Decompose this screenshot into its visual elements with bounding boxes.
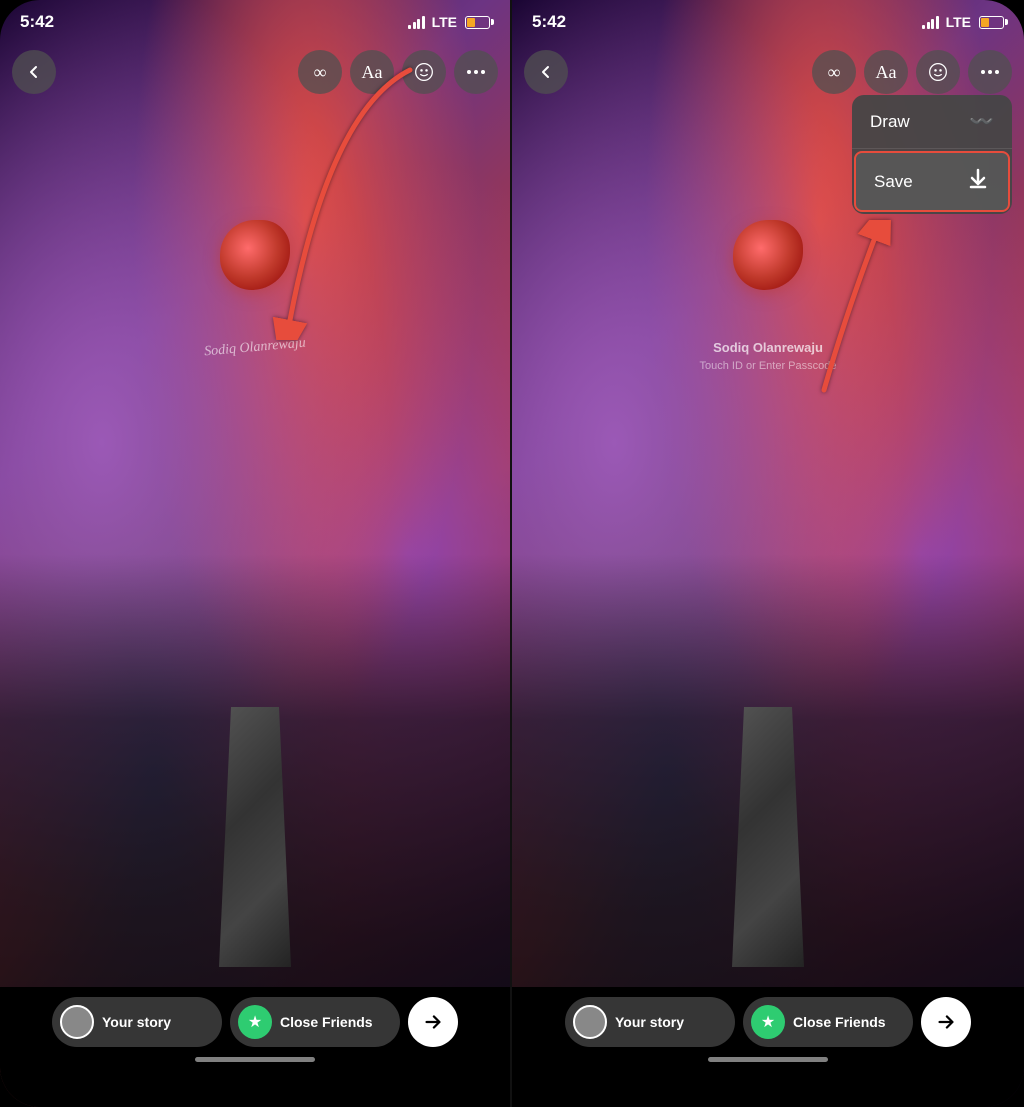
toolbar-left: ∞ Aa [0, 50, 510, 94]
left-phone-screen: Sodiq Olanrewaju 5:42 LTE [0, 0, 512, 1107]
green-star-left: ★ [238, 1005, 272, 1039]
send-button-left[interactable] [408, 997, 458, 1047]
time-right: 5:42 [532, 12, 566, 32]
your-story-label-left: Your story [102, 1014, 171, 1030]
save-label: Save [874, 172, 913, 192]
right-phone-screen: Sodiq Olanrewaju Touch ID or Enter Passc… [512, 0, 1024, 1107]
bottom-actions-left: Your story ★ Close Friends [0, 997, 510, 1047]
avatar-right [573, 1005, 607, 1039]
laptop-stand-area-right [668, 707, 868, 1007]
save-menu-item[interactable]: Save [854, 151, 1010, 212]
status-icons-left: LTE [408, 14, 490, 30]
send-button-right[interactable] [921, 997, 971, 1047]
dropdown-menu: Draw 〰️ Save [852, 95, 1012, 214]
toolbar-right: ∞ Aa [512, 50, 1024, 94]
close-friends-button-left[interactable]: ★ Close Friends [230, 997, 400, 1047]
save-download-icon [966, 167, 990, 196]
battery-icon-right [979, 16, 1004, 29]
text-button-right[interactable]: Aa [864, 50, 908, 94]
lte-label-right: LTE [946, 14, 971, 30]
lte-label-left: LTE [432, 14, 457, 30]
bottom-bar-right: Your story ★ Close Friends [512, 987, 1024, 1107]
battery-icon-left [465, 16, 490, 29]
bottom-actions-right: Your story ★ Close Friends [512, 997, 1024, 1047]
text-button-left[interactable]: Aa [350, 50, 394, 94]
infinity-button-left[interactable]: ∞ [298, 50, 342, 94]
toolbar-right-left: ∞ Aa [298, 50, 498, 94]
status-bar-right: 5:42 LTE [512, 0, 1024, 44]
draw-label: Draw [870, 112, 910, 132]
green-star-right: ★ [751, 1005, 785, 1039]
close-friends-button-right[interactable]: ★ Close Friends [743, 997, 913, 1047]
avatar-left [60, 1005, 94, 1039]
home-indicator-left [195, 1057, 315, 1062]
draw-menu-item[interactable]: Draw 〰️ [852, 95, 1012, 149]
toolbar-right-right: ∞ Aa [812, 50, 1012, 94]
watermark-sub-right: Touch ID or Enter Passcode [700, 360, 837, 372]
sticker-button-right[interactable] [916, 50, 960, 94]
back-button-left[interactable] [12, 50, 56, 94]
status-icons-right: LTE [922, 14, 1004, 30]
signal-bars-left [408, 15, 425, 29]
back-button-right[interactable] [524, 50, 568, 94]
close-friends-label-right: Close Friends [793, 1014, 886, 1030]
status-bar-left: 5:42 LTE [0, 0, 510, 44]
watermark-right: Sodiq Olanrewaju [713, 340, 823, 355]
rose-decoration-right [733, 220, 803, 290]
laptop-stand-area [155, 707, 355, 1007]
infinity-button-right[interactable]: ∞ [812, 50, 856, 94]
more-button-left[interactable] [454, 50, 498, 94]
home-indicator-right [708, 1057, 828, 1062]
your-story-label-right: Your story [615, 1014, 684, 1030]
draw-icon: 〰️ [969, 109, 994, 134]
signal-bars-right [922, 15, 939, 29]
time-left: 5:42 [20, 12, 54, 32]
more-button-right[interactable] [968, 50, 1012, 94]
your-story-button-left[interactable]: Your story [52, 997, 222, 1047]
sticker-button-left[interactable] [402, 50, 446, 94]
close-friends-label-left: Close Friends [280, 1014, 373, 1030]
rose-decoration [220, 220, 290, 290]
your-story-button-right[interactable]: Your story [565, 997, 735, 1047]
bottom-bar-left: Your story ★ Close Friends [0, 987, 510, 1107]
